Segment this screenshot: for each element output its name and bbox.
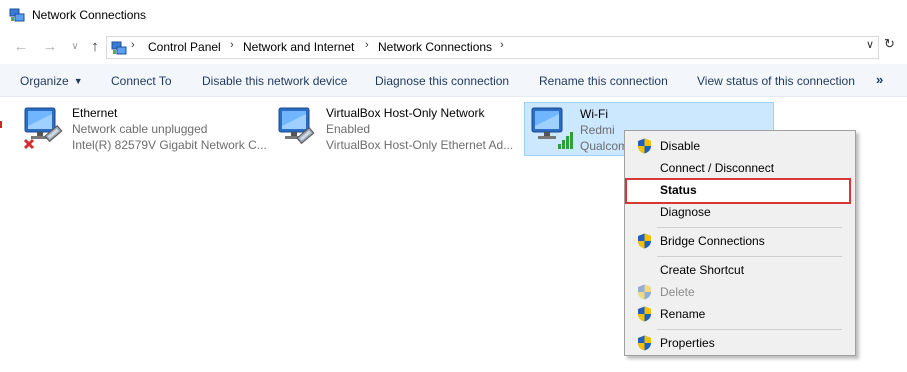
edge-marker xyxy=(0,121,2,128)
disable-device-button[interactable]: Disable this network device xyxy=(202,74,347,88)
address-bar[interactable]: › Control Panel › Network and Internet ›… xyxy=(106,36,879,59)
menu-item-delete: Delete xyxy=(625,281,855,303)
breadcrumb-control-panel[interactable]: Control Panel xyxy=(148,40,221,54)
view-status-button[interactable]: View status of this connection xyxy=(697,74,855,88)
address-row: ← → ∨ ↑ › Control Panel › Network and In… xyxy=(0,32,907,62)
menu-separator xyxy=(657,227,842,228)
network-connections-icon xyxy=(9,8,25,22)
connection-device: Qualcom xyxy=(580,139,629,153)
context-menu: Disable Connect / Disconnect Status Diag… xyxy=(624,130,856,356)
breadcrumb-separator[interactable]: › xyxy=(500,39,504,51)
connection-status: Redmi xyxy=(580,123,615,137)
menu-item-label: Connect / Disconnect xyxy=(660,161,775,175)
menu-item-create-shortcut[interactable]: Create Shortcut xyxy=(625,259,855,281)
menu-item-properties[interactable]: Properties xyxy=(625,332,855,354)
back-arrow-icon[interactable]: ← xyxy=(12,38,30,56)
menu-item-connect-disconnect[interactable]: Connect / Disconnect xyxy=(625,157,855,179)
more-commands-icon[interactable]: » xyxy=(876,72,883,87)
organize-menu[interactable]: Organize ▼ xyxy=(20,74,83,88)
connection-status: Enabled xyxy=(326,122,371,136)
connection-device: Intel(R) 82579V Gigabit Network C... xyxy=(72,138,267,152)
organize-label: Organize xyxy=(20,74,69,88)
breadcrumb-network-and-internet[interactable]: Network and Internet xyxy=(243,40,354,54)
menu-separator xyxy=(657,329,842,330)
menu-item-label: Bridge Connections xyxy=(660,234,765,248)
menu-item-status[interactable]: Status xyxy=(625,179,855,201)
recent-locations-chevron-icon[interactable]: ∨ xyxy=(66,38,84,56)
connection-name: VirtualBox Host-Only Network xyxy=(326,106,485,120)
refresh-icon[interactable]: ↻ xyxy=(884,36,895,52)
menu-item-label: Delete xyxy=(660,285,695,299)
uac-shield-icon xyxy=(638,335,651,351)
uac-shield-icon xyxy=(638,306,651,322)
caret-down-icon: ▼ xyxy=(73,76,83,86)
diagnose-button[interactable]: Diagnose this connection xyxy=(375,74,509,88)
breadcrumb-network-connections[interactable]: Network Connections xyxy=(378,40,492,54)
menu-item-label: Diagnose xyxy=(660,205,711,219)
connection-name: Wi-Fi xyxy=(580,107,608,121)
uac-shield-icon xyxy=(638,233,651,249)
chevron-down-icon[interactable]: ∨ xyxy=(866,38,874,51)
up-arrow-icon[interactable]: ↑ xyxy=(86,38,104,56)
menu-item-diagnose[interactable]: Diagnose xyxy=(625,201,855,223)
connect-to-button[interactable]: Connect To xyxy=(111,74,172,88)
control-panel-icon xyxy=(111,41,127,55)
menu-item-label: Properties xyxy=(660,336,715,350)
rename-button[interactable]: Rename this connection xyxy=(539,74,668,88)
menu-item-label: Rename xyxy=(660,307,706,321)
uac-shield-icon xyxy=(638,284,651,300)
wifi-signal-icon xyxy=(531,107,573,149)
uac-shield-icon xyxy=(638,138,651,154)
forward-arrow-icon[interactable]: → xyxy=(41,38,59,56)
menu-item-label: Disable xyxy=(660,139,701,153)
connection-name: Ethernet xyxy=(72,106,118,120)
title-bar: Network Connections xyxy=(0,0,907,31)
menu-item-label: Status xyxy=(660,183,697,197)
window-title: Network Connections xyxy=(32,8,147,22)
menu-item-disable[interactable]: Disable xyxy=(625,135,855,157)
breadcrumb-separator[interactable]: › xyxy=(365,39,369,51)
menu-item-rename[interactable]: Rename xyxy=(625,303,855,325)
connection-ethernet[interactable]: Ethernet Network cable unplugged Intel(R… xyxy=(17,102,267,156)
command-bar: Organize ▼ Connect To Disable this networ… xyxy=(0,64,907,97)
menu-item-bridge-connections[interactable]: Bridge Connections xyxy=(625,230,855,252)
ethernet-disconnected-icon xyxy=(23,107,63,150)
connection-status: Network cable unplugged xyxy=(72,122,208,136)
menu-item-label: Create Shortcut xyxy=(660,263,745,277)
connection-virtualbox[interactable]: VirtualBox Host-Only Network Enabled Vir… xyxy=(271,102,521,156)
breadcrumb-separator[interactable]: › xyxy=(131,39,135,51)
breadcrumb-separator[interactable]: › xyxy=(230,39,234,51)
menu-separator xyxy=(657,256,842,257)
connection-device: VirtualBox Host-Only Ethernet Ad... xyxy=(326,138,514,152)
ethernet-icon xyxy=(278,107,315,145)
